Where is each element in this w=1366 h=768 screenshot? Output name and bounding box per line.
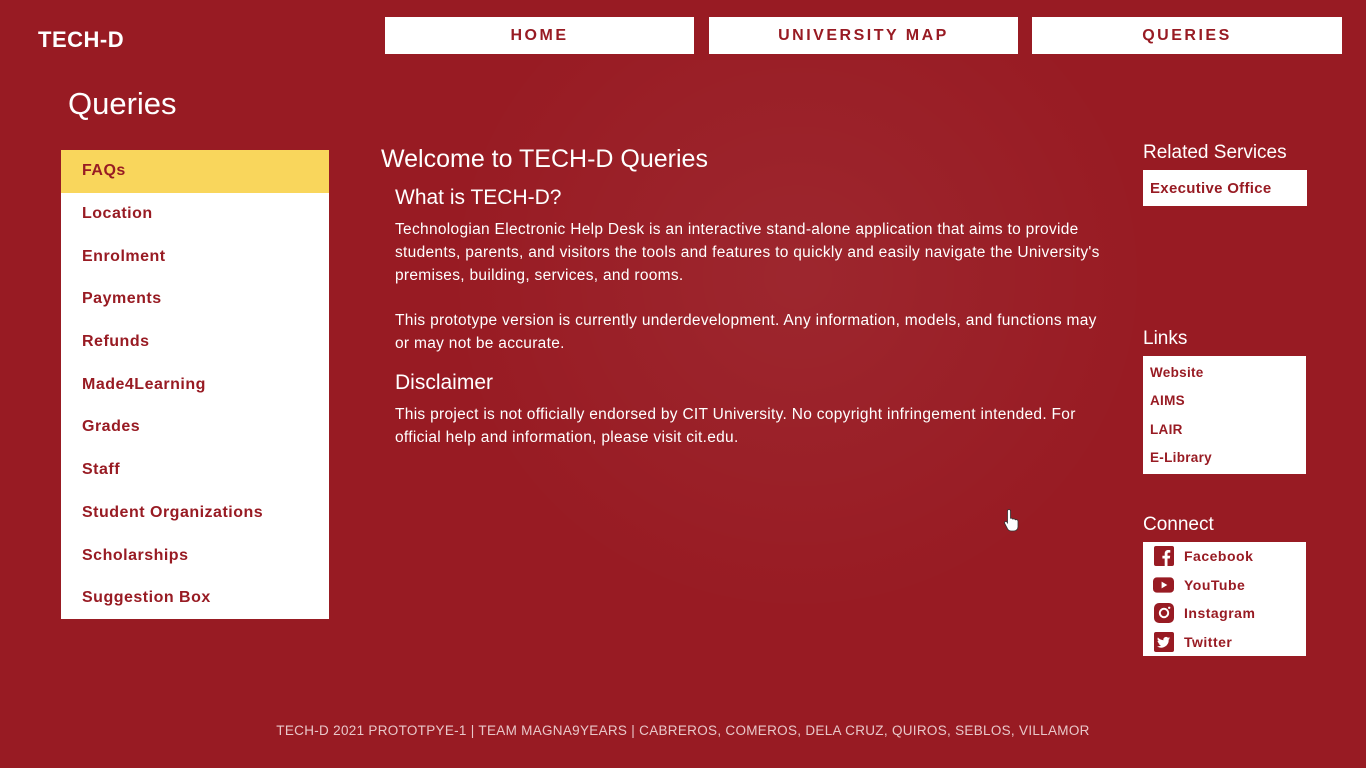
main-content: Welcome to TECH-D Queries What is TECH-D…: [381, 145, 1111, 449]
disclaimer-paragraph: This project is not officially endorsed …: [395, 406, 1076, 446]
prototype-notice-paragraph: This prototype version is currently unde…: [395, 312, 1097, 352]
links-heading: Links: [1143, 328, 1188, 349]
nav-home-button[interactable]: HOME: [385, 17, 694, 54]
sidebar-item-made4learning[interactable]: Made4Learning: [61, 363, 329, 406]
twitter-link[interactable]: Twitter: [1143, 628, 1306, 657]
instagram-label: Instagram: [1184, 605, 1256, 622]
twitter-icon: [1153, 631, 1174, 652]
connect-heading: Connect: [1143, 514, 1214, 535]
website-link[interactable]: Website: [1143, 358, 1306, 387]
sidebar-item-student-organizations[interactable]: Student Organizations: [61, 492, 329, 535]
nav-queries-button[interactable]: QUERIES: [1032, 17, 1342, 54]
lair-link[interactable]: LAIR: [1143, 415, 1306, 444]
hand-pointer-cursor-icon: [1003, 508, 1021, 537]
app-logo: TECH-D: [38, 27, 125, 52]
related-services-panel: Related Services Executive Office: [1143, 142, 1307, 206]
disclaimer-section: Disclaimer This project is not officiall…: [381, 371, 1111, 449]
connect-panel: Connect Facebook YouTube Instagram Twitt…: [1143, 514, 1307, 656]
facebook-icon: [1153, 546, 1174, 567]
what-is-section: What is TECH-D? Technologian Electronic …: [381, 186, 1111, 355]
sidebar-item-faqs[interactable]: FAQs: [61, 150, 329, 193]
page-title: Queries: [68, 86, 177, 121]
sidebar-item-refunds[interactable]: Refunds: [61, 321, 329, 364]
facebook-label: Facebook: [1184, 548, 1254, 565]
sidebar-item-location[interactable]: Location: [61, 193, 329, 236]
nav-university-map-button[interactable]: UNIVERSITY MAP: [709, 17, 1018, 54]
related-services-heading: Related Services: [1143, 142, 1287, 163]
aims-link[interactable]: AIMS: [1143, 387, 1306, 416]
facebook-link[interactable]: Facebook: [1143, 542, 1306, 571]
social-links-list: Facebook YouTube Instagram Twitter: [1143, 542, 1306, 656]
sidebar-item-staff[interactable]: Staff: [61, 449, 329, 492]
what-is-heading: What is TECH-D?: [395, 186, 562, 209]
instagram-icon: [1153, 603, 1174, 624]
instagram-link[interactable]: Instagram: [1143, 599, 1306, 628]
youtube-label: YouTube: [1184, 576, 1246, 593]
welcome-title: Welcome to TECH-D Queries: [381, 145, 708, 173]
sidebar-item-payments[interactable]: Payments: [61, 278, 329, 321]
youtube-link[interactable]: YouTube: [1143, 571, 1306, 600]
footer-credits: TECH-D 2021 PROTOTPYE-1 | TEAM MAGNA9YEA…: [276, 723, 1090, 738]
youtube-icon: [1153, 574, 1174, 595]
sidebar-item-scholarships[interactable]: Scholarships: [61, 534, 329, 577]
executive-office-link[interactable]: Executive Office: [1143, 170, 1307, 206]
what-is-paragraph: Technologian Electronic Help Desk is an …: [395, 221, 1100, 284]
e-library-link[interactable]: E-Library: [1143, 444, 1306, 473]
links-panel: Links Website AIMS LAIR E-Library: [1143, 328, 1307, 474]
disclaimer-heading: Disclaimer: [395, 371, 494, 394]
queries-sidebar: FAQs Location Enrolment Payments Refunds…: [61, 150, 329, 619]
twitter-label: Twitter: [1184, 633, 1233, 650]
sidebar-item-grades[interactable]: Grades: [61, 406, 329, 449]
sidebar-item-enrolment[interactable]: Enrolment: [61, 235, 329, 278]
links-list: Website AIMS LAIR E-Library: [1143, 356, 1306, 474]
sidebar-item-suggestion-box[interactable]: Suggestion Box: [61, 577, 329, 620]
